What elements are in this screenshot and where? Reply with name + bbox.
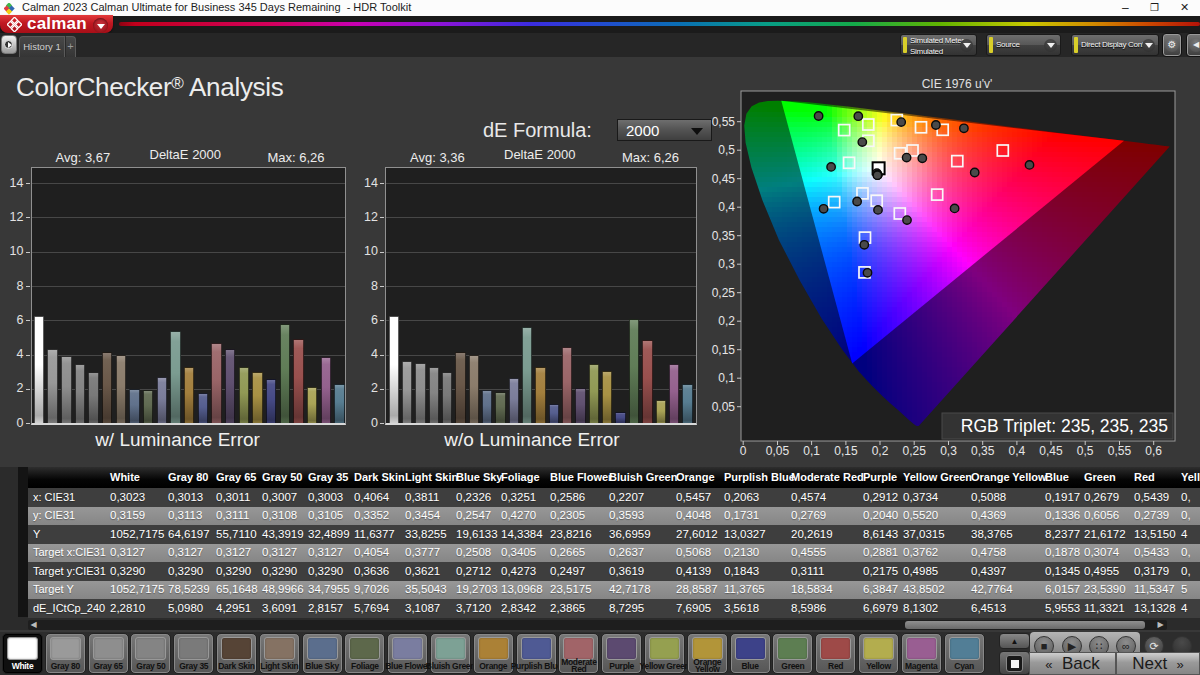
svg-text:0,25: 0,25 bbox=[712, 286, 736, 300]
svg-text:0,45: 0,45 bbox=[1039, 444, 1063, 458]
svg-text:0,1: 0,1 bbox=[718, 371, 735, 385]
svg-text:0,15: 0,15 bbox=[834, 444, 858, 458]
svg-text:0,3: 0,3 bbox=[718, 257, 735, 271]
svg-text:0,35: 0,35 bbox=[712, 229, 736, 243]
svg-text:0,05: 0,05 bbox=[712, 400, 736, 414]
svg-text:0,35: 0,35 bbox=[971, 444, 995, 458]
svg-text:0,2: 0,2 bbox=[718, 314, 735, 328]
svg-text:0,3: 0,3 bbox=[940, 444, 957, 458]
svg-text:0,6: 0,6 bbox=[1145, 444, 1162, 458]
svg-text:0,4: 0,4 bbox=[1009, 444, 1026, 458]
svg-text:0,2: 0,2 bbox=[872, 444, 889, 458]
svg-text:0,4: 0,4 bbox=[718, 200, 735, 214]
svg-text:0,5: 0,5 bbox=[718, 143, 735, 157]
svg-text:CIE 1976 u'v': CIE 1976 u'v' bbox=[922, 77, 993, 91]
svg-text:0,55: 0,55 bbox=[1108, 444, 1132, 458]
svg-text:0,1: 0,1 bbox=[803, 444, 820, 458]
svg-text:0,5: 0,5 bbox=[1077, 444, 1094, 458]
svg-text:RGB Triplet: 235, 235, 235: RGB Triplet: 235, 235, 235 bbox=[961, 416, 1168, 436]
svg-text:0,25: 0,25 bbox=[903, 444, 927, 458]
svg-text:0,55: 0,55 bbox=[712, 115, 736, 129]
svg-text:0,45: 0,45 bbox=[712, 172, 736, 186]
svg-text:0,15: 0,15 bbox=[712, 343, 736, 357]
svg-text:0: 0 bbox=[740, 444, 747, 458]
svg-text:0,05: 0,05 bbox=[766, 444, 790, 458]
